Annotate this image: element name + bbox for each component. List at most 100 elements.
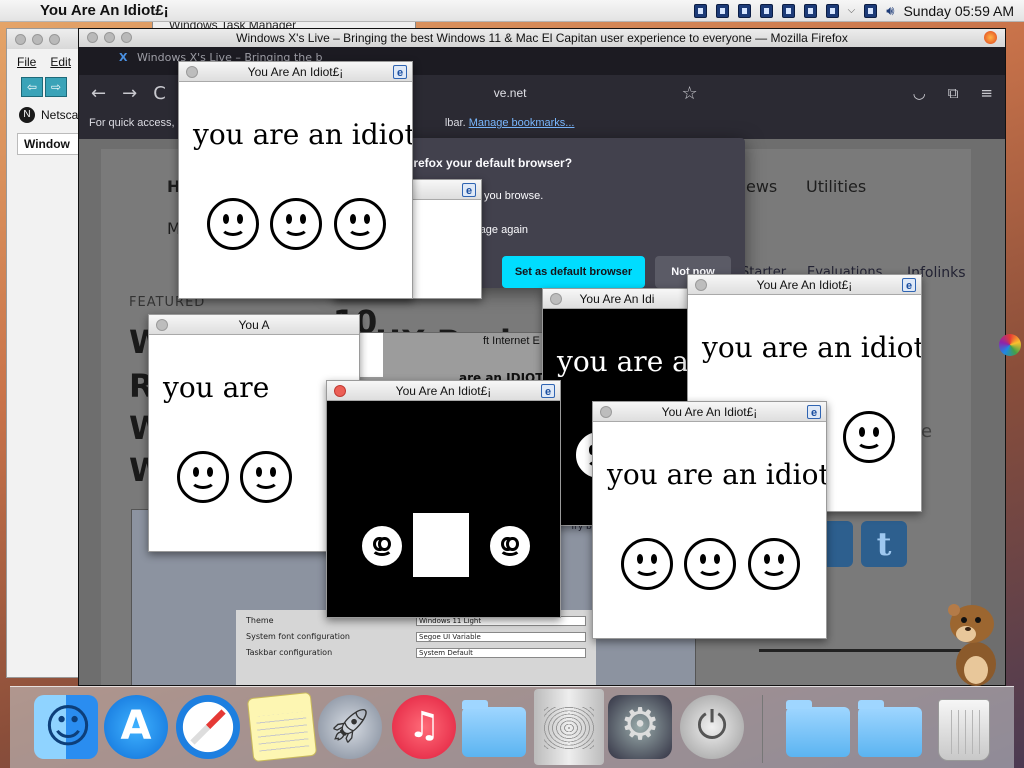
url-field[interactable]: ve.net <box>494 86 527 100</box>
popup-titlebar[interactable]: You Are An Idiot£¡ <box>688 275 921 296</box>
setting-value: Segoe UI Variable <box>416 632 586 642</box>
idiot-popup-window[interactable]: You Are An Idiot£¡ you are an idiot <box>178 61 413 299</box>
window-controls <box>87 32 132 43</box>
nav-utilities[interactable]: Utilities <box>806 177 866 196</box>
menu-file[interactable]: File <box>17 55 36 69</box>
idiot-message: you are <box>163 371 270 404</box>
close-button[interactable] <box>186 66 198 78</box>
extensions-icon[interactable]: ⧉ <box>948 84 959 102</box>
hamburger-menu-icon[interactable]: ≡ <box>980 84 993 102</box>
ie-icon <box>393 63 407 83</box>
dock-separator <box>762 695 763 763</box>
clock[interactable]: Sunday 05:59 AM <box>903 3 1014 19</box>
popup-titlebar[interactable]: You Are An Idiot£¡ <box>179 62 412 83</box>
popup-title: You Are An Idiot£¡ <box>247 65 344 79</box>
shutdown-icon[interactable]: ⏻ <box>680 695 744 759</box>
smiley-icon <box>207 198 259 250</box>
setting-label: System font configuration <box>246 632 350 641</box>
safari-icon[interactable] <box>176 695 240 759</box>
netscape-logo-icon: N <box>19 107 35 123</box>
close-button[interactable] <box>334 385 346 397</box>
zoom-button[interactable] <box>49 34 60 45</box>
popup-titlebar[interactable]: You Are An Idi <box>543 289 691 309</box>
window-icon[interactable] <box>715 3 729 18</box>
close-button[interactable] <box>156 319 168 331</box>
idiot-message: you are an idiot <box>607 458 827 491</box>
app-store-icon[interactable]: A <box>104 695 168 759</box>
idiot-message: you are an idiot <box>193 118 413 151</box>
popup-titlebar[interactable]: You Are An Idiot£¡ <box>327 381 560 402</box>
volume-icon[interactable]: 🔊︎ <box>886 3 894 19</box>
chevron-down-icon[interactable]: ⌵ <box>848 5 856 16</box>
divider <box>759 649 971 652</box>
dialog-question: irefox your default browser? <box>410 156 573 170</box>
menu-bar: You Are An Idiot£¡ ⌵ 🔊︎ Sunday 05:59 AM <box>0 0 1024 22</box>
smiley-icon <box>177 451 229 503</box>
manage-bookmarks-link[interactable]: Manage bookmarks... <box>469 117 575 129</box>
status-area: ⌵ 🔊︎ Sunday 05:59 AM <box>693 3 1024 19</box>
close-button[interactable] <box>695 279 707 291</box>
firefox-titlebar[interactable]: Windows X's Live – Bringing the best Win… <box>79 29 1005 47</box>
zoom-button[interactable] <box>121 32 132 43</box>
toolbar-icons: ◡ ⧉ ≡ <box>913 84 993 102</box>
setting-row: Taskbar configuration System Default <box>246 648 586 658</box>
window-icon[interactable] <box>825 3 839 18</box>
window-icon[interactable] <box>759 3 773 18</box>
smiley-icon <box>843 411 895 463</box>
forward-arrow-icon[interactable]: → <box>122 83 137 104</box>
applications-folder-icon[interactable] <box>462 700 526 757</box>
minimize-button[interactable] <box>32 34 43 45</box>
notes-icon[interactable] <box>246 691 318 763</box>
trash-icon[interactable] <box>938 699 990 761</box>
ie-icon <box>462 181 476 201</box>
dock: A 🚀︎ ♫ ⚙ ⏻ <box>10 686 1014 768</box>
idiot-message: you are an <box>557 345 692 378</box>
active-app-title[interactable]: You Are An Idiot£¡ <box>40 2 169 19</box>
close-button[interactable] <box>87 32 98 43</box>
popup-title: You Are An Idi <box>579 292 655 306</box>
blank-block <box>413 513 469 577</box>
window-icon[interactable] <box>803 3 817 18</box>
back-arrow-icon[interactable]: ← <box>91 83 106 104</box>
downloads-folder-icon[interactable] <box>858 700 922 757</box>
twitter-icon[interactable]: t <box>861 521 907 567</box>
close-button[interactable] <box>15 34 26 45</box>
back-arrow-icon[interactable]: ⇦ <box>21 77 43 97</box>
firefox-logo-icon <box>984 31 997 44</box>
smiley-icon <box>748 538 800 590</box>
menu-edit[interactable]: Edit <box>50 55 71 69</box>
display-icon[interactable] <box>864 3 878 18</box>
popup-titlebar[interactable]: You A <box>149 315 359 335</box>
set-default-browser-button[interactable]: Set as default browser <box>502 256 645 288</box>
finder-icon[interactable] <box>34 695 98 759</box>
nav-news[interactable]: ews <box>746 177 777 196</box>
smiley-icon <box>334 198 386 250</box>
ie-title: ft Internet E <box>483 335 540 347</box>
window-icon[interactable] <box>693 3 707 18</box>
smiley-icon <box>359 523 405 569</box>
window-icon[interactable] <box>737 3 751 18</box>
documents-folder-icon[interactable] <box>786 700 850 757</box>
popup-body: you are an idiot <box>593 422 826 638</box>
ie-icon <box>902 276 916 296</box>
pocket-icon[interactable]: ◡ <box>913 84 926 102</box>
minimize-button[interactable] <box>104 32 115 43</box>
system-preferences-icon[interactable]: ⚙ <box>608 695 672 759</box>
idiot-popup-window[interactable]: You Are An Idiot£¡ you are an idiot <box>592 401 827 639</box>
close-button[interactable] <box>600 406 612 418</box>
bookmarks-hint-tail: lbar. <box>444 117 466 129</box>
bookmark-star-icon[interactable]: ☆ <box>681 83 697 104</box>
mac-pro-icon[interactable] <box>534 689 604 765</box>
popup-titlebar[interactable]: You Are An Idiot£¡ <box>593 402 826 423</box>
idiot-message: you are an idiot <box>702 331 922 364</box>
itunes-icon[interactable]: ♫ <box>392 695 456 759</box>
smiley-icon <box>621 538 673 590</box>
spinning-wait-cursor-icon <box>999 334 1021 356</box>
window-icon[interactable] <box>781 3 795 18</box>
close-button[interactable] <box>550 293 562 305</box>
launchpad-icon[interactable]: 🚀︎ <box>318 695 382 759</box>
setting-label: Taskbar configuration <box>246 648 333 657</box>
forward-arrow-icon[interactable]: ⇨ <box>45 77 67 97</box>
idiot-popup-window[interactable]: You Are An Idiot£¡ <box>326 380 561 618</box>
reload-icon[interactable]: C <box>153 83 166 104</box>
